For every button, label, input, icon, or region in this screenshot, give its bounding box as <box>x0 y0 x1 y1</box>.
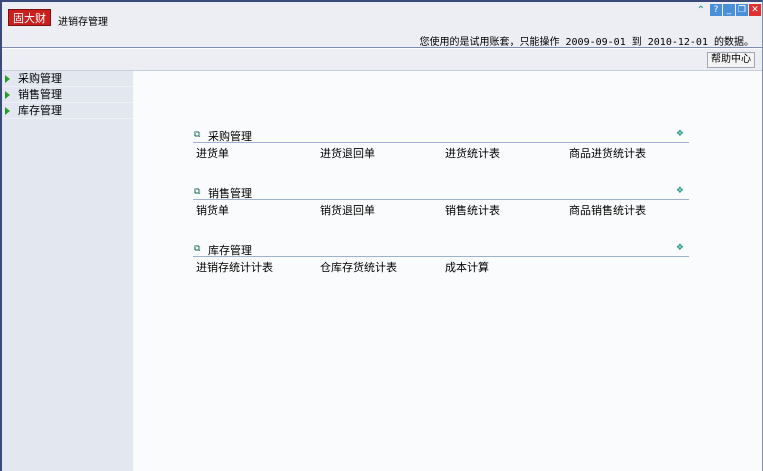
close-icon[interactable]: ✕ <box>749 4 761 16</box>
link-product-sales-stats[interactable]: 商品销售统计表 <box>569 202 646 218</box>
arrow-right-icon <box>5 91 10 99</box>
section-purchase: ⧉ 采购管理 ❖ 进货单 进货退回单 进货统计表 商品进货统计表 <box>193 129 689 161</box>
sidebar-item-label: 销售管理 <box>18 88 62 101</box>
link-product-purchase-stats[interactable]: 商品进货统计表 <box>569 145 646 161</box>
sidebar-item-label: 采购管理 <box>18 72 62 85</box>
expand-icon[interactable]: ❖ <box>676 243 684 253</box>
window-icon: ⧉ <box>194 187 201 197</box>
window-controls: ⌃ ? _ ❐ ✕ <box>697 4 761 16</box>
link-inventory-stats[interactable]: 进销存统计计表 <box>196 259 273 275</box>
sidebar-item-label: 库存管理 <box>18 104 62 117</box>
expand-icon[interactable]: ❖ <box>676 129 684 139</box>
arrow-right-icon <box>5 107 10 115</box>
sidebar-item-purchase[interactable]: 采购管理 <box>2 71 133 87</box>
section-title: 采购管理 <box>208 130 252 143</box>
link-sales-stats[interactable]: 销售统计表 <box>445 202 500 218</box>
toolbar: 帮助中心 <box>2 49 762 71</box>
logo: 固大财 <box>8 9 51 26</box>
sidebar: 采购管理 销售管理 库存管理 <box>2 71 133 471</box>
section-sales: ⧉ 销售管理 ❖ 销货单 销货退回单 销售统计表 商品销售统计表 <box>193 186 689 218</box>
link-warehouse-stats[interactable]: 仓库存货统计表 <box>320 259 397 275</box>
app-title: 进销存管理 <box>58 17 108 28</box>
section-inventory: ⧉ 库存管理 ❖ 进销存统计计表 仓库存货统计表 成本计算 <box>193 243 689 275</box>
minimize-icon[interactable]: _ <box>723 4 735 16</box>
help-center-button[interactable]: 帮助中心 <box>707 52 755 68</box>
expand-icon[interactable]: ❖ <box>676 186 684 196</box>
sidebar-item-sales[interactable]: 销售管理 <box>2 87 133 103</box>
arrow-right-icon <box>5 75 10 83</box>
link-cost-calculation[interactable]: 成本计算 <box>445 259 489 275</box>
link-purchase-stats[interactable]: 进货统计表 <box>445 145 500 161</box>
link-sales-order[interactable]: 销货单 <box>196 202 229 218</box>
collapse-icon[interactable]: ⌃ <box>697 5 705 16</box>
window-icon: ⧉ <box>194 130 201 140</box>
window-icon: ⧉ <box>194 244 201 254</box>
section-title: 销售管理 <box>208 187 252 200</box>
link-purchase-order[interactable]: 进货单 <box>196 145 229 161</box>
link-sales-return[interactable]: 销货退回单 <box>320 202 375 218</box>
sidebar-item-inventory[interactable]: 库存管理 <box>2 103 133 119</box>
restore-icon[interactable]: ❐ <box>736 4 748 16</box>
help-icon[interactable]: ? <box>710 4 722 16</box>
link-purchase-return[interactable]: 进货退回单 <box>320 145 375 161</box>
section-title: 库存管理 <box>208 244 252 257</box>
header: 固大财 进销存管理 ⌃ ? _ ❐ ✕ 您使用的是试用账套，只能操作 2009-… <box>2 2 762 48</box>
trial-notice: 您使用的是试用账套，只能操作 2009-09-01 到 2010-12-01 的… <box>419 37 755 48</box>
